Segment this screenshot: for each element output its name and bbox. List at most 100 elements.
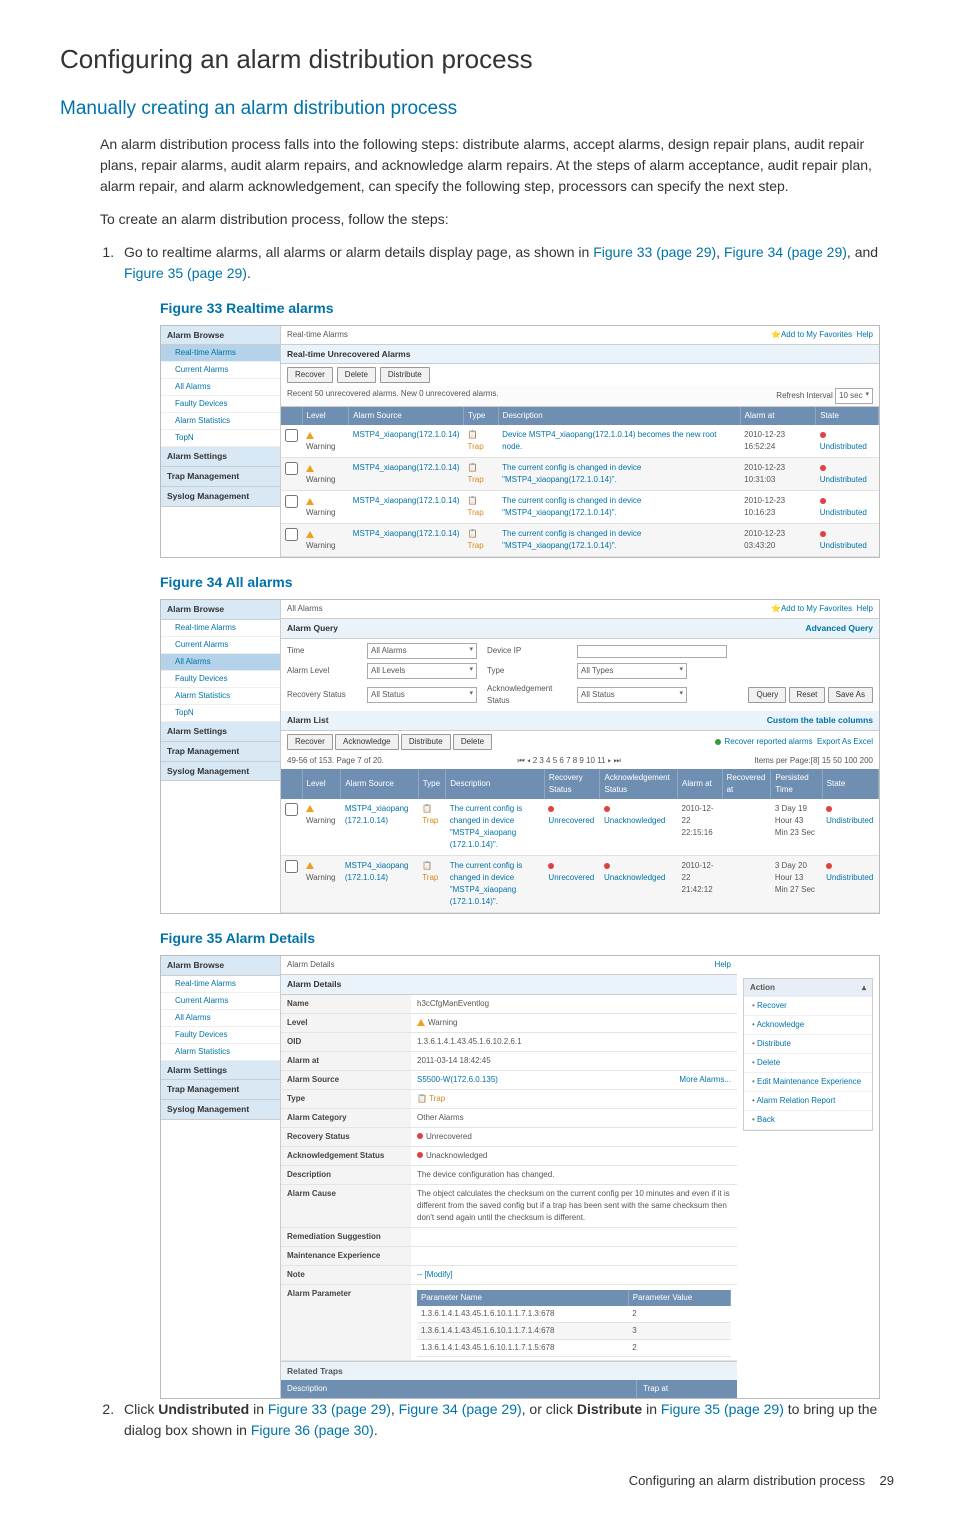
source-link[interactable]: MSTP4_xiaopang(172.1.0.14): [349, 524, 464, 557]
state-link[interactable]: Undistributed: [826, 816, 873, 825]
sidebar-heading-settings[interactable]: Alarm Settings: [161, 1061, 280, 1081]
device-ip-input[interactable]: [577, 645, 727, 658]
row-checkbox[interactable]: [285, 429, 298, 442]
paginator[interactable]: ⏮ ◂ 2 3 4 5 6 7 8 9 10 11 ▸ ⏭: [517, 755, 620, 767]
sidebar-heading-browse[interactable]: Alarm Browse: [161, 600, 280, 620]
state-link[interactable]: Undistributed: [826, 873, 873, 882]
sidebar-heading-settings[interactable]: Alarm Settings: [161, 447, 280, 467]
action-back[interactable]: Back: [744, 1111, 872, 1130]
type-select[interactable]: All Types: [577, 663, 687, 679]
delete-button[interactable]: Delete: [453, 734, 492, 750]
sidebar-item-all[interactable]: All Alarms: [161, 379, 280, 396]
sidebar-heading-syslog[interactable]: Syslog Management: [161, 487, 280, 507]
action-delete[interactable]: Delete: [744, 1054, 872, 1073]
source-link[interactable]: MSTP4_xiaopang(172.1.0.14): [349, 425, 464, 458]
link-figure-35[interactable]: Figure 35 (page 29): [124, 265, 247, 281]
sidebar-heading-settings[interactable]: Alarm Settings: [161, 722, 280, 742]
sidebar-heading-browse[interactable]: Alarm Browse: [161, 326, 280, 346]
query-button[interactable]: Query: [748, 687, 786, 703]
link-figure-34b[interactable]: Figure 34 (page 29): [399, 1401, 522, 1417]
sidebar-heading-trap[interactable]: Trap Management: [161, 742, 280, 762]
distribute-button[interactable]: Distribute: [401, 734, 451, 750]
sidebar-item-realtime[interactable]: Real-time Alarms: [161, 345, 280, 362]
desc-link[interactable]: The current config is changed in device …: [446, 855, 545, 912]
refresh-interval-select[interactable]: 10 sec: [835, 388, 873, 404]
state-link[interactable]: Undistributed: [820, 475, 867, 484]
sidebar-item-stats[interactable]: Alarm Statistics: [161, 688, 280, 705]
sidebar-item-realtime[interactable]: Real-time Alarms: [161, 620, 280, 637]
desc-link[interactable]: The current config is changed in device …: [498, 491, 740, 524]
desc-link[interactable]: The current config is changed in device …: [498, 524, 740, 557]
recover-button[interactable]: Recover: [287, 734, 333, 750]
recstatus-select[interactable]: All Status: [367, 687, 477, 703]
advanced-query-link[interactable]: Advanced Query: [805, 622, 873, 635]
state-link[interactable]: Undistributed: [820, 508, 867, 517]
sidebar-item-faulty[interactable]: Faulty Devices: [161, 671, 280, 688]
action-acknowledge[interactable]: Acknowledge: [744, 1016, 872, 1035]
sidebar-item-all[interactable]: All Alarms: [161, 1010, 280, 1027]
desc-link[interactable]: The current config is changed in device …: [446, 799, 545, 856]
distribute-button[interactable]: Distribute: [380, 367, 430, 383]
export-excel-link[interactable]: Export As Excel: [817, 737, 873, 746]
state-link[interactable]: Undistributed: [820, 442, 867, 451]
action-edit-maintenance-experience[interactable]: Edit Maintenance Experience: [744, 1073, 872, 1092]
source-link[interactable]: MSTP4_xiaopang(172.1.0.14): [349, 458, 464, 491]
state-link[interactable]: Undistributed: [820, 541, 867, 550]
step-1-text: Go to realtime alarms, all alarms or ala…: [124, 244, 593, 260]
source-link[interactable]: MSTP4_xiaopang (172.1.0.14): [341, 855, 418, 912]
desc-link[interactable]: Device MSTP4_xiaopang(172.1.0.14) become…: [498, 425, 740, 458]
sidebar-item-topn[interactable]: TopN: [161, 705, 280, 722]
add-favorites-link[interactable]: Add to My Favorites: [781, 330, 852, 339]
sidebar-item-faulty[interactable]: Faulty Devices: [161, 396, 280, 413]
sidebar-heading-trap[interactable]: Trap Management: [161, 467, 280, 487]
link-figure-33b[interactable]: Figure 33 (page 29): [268, 1401, 391, 1417]
sidebar-heading-trap[interactable]: Trap Management: [161, 1080, 280, 1100]
items-per-page[interactable]: Items per Page:[8] 15 50 100 200: [754, 755, 873, 767]
link-figure-36[interactable]: Figure 36 (page 30): [251, 1422, 374, 1438]
help-link[interactable]: Help: [857, 330, 873, 339]
saveas-button[interactable]: Save As: [828, 687, 873, 703]
sidebar-heading-syslog[interactable]: Syslog Management: [161, 1100, 280, 1120]
action-distribute[interactable]: Distribute: [744, 1035, 872, 1054]
time-select[interactable]: All Alarms: [367, 643, 477, 659]
row-checkbox[interactable]: [285, 803, 298, 816]
row-checkbox[interactable]: [285, 528, 298, 541]
sidebar-item-faulty[interactable]: Faulty Devices: [161, 1027, 280, 1044]
row-checkbox[interactable]: [285, 462, 298, 475]
source-link[interactable]: MSTP4_xiaopang(172.1.0.14): [349, 491, 464, 524]
row-checkbox[interactable]: [285, 860, 298, 873]
row-checkbox[interactable]: [285, 495, 298, 508]
detail-label: Remediation Suggestion: [281, 1228, 411, 1247]
sidebar-item-stats[interactable]: Alarm Statistics: [161, 1044, 280, 1061]
desc-link[interactable]: The current config is changed in device …: [498, 458, 740, 491]
link-figure-35b[interactable]: Figure 35 (page 29): [661, 1401, 784, 1417]
action-alarm-relation-report[interactable]: Alarm Relation Report: [744, 1092, 872, 1111]
sidebar-heading-syslog[interactable]: Syslog Management: [161, 762, 280, 782]
sidebar-item-topn[interactable]: TopN: [161, 430, 280, 447]
sidebar-item-current[interactable]: Current Alarms: [161, 993, 280, 1010]
recover-button[interactable]: Recover: [287, 367, 333, 383]
collapse-icon[interactable]: ▴: [862, 982, 866, 994]
link-figure-33[interactable]: Figure 33 (page 29): [593, 244, 716, 260]
sidebar-item-realtime[interactable]: Real-time Alarms: [161, 976, 280, 993]
delete-button[interactable]: Delete: [337, 367, 376, 383]
help-link[interactable]: Help: [715, 960, 731, 969]
source-link[interactable]: S5500-W(172.6.0.135): [417, 1075, 498, 1084]
acknowledge-button[interactable]: Acknowledge: [335, 734, 399, 750]
more-alarms-link[interactable]: More Alarms...: [679, 1074, 731, 1086]
link-figure-34[interactable]: Figure 34 (page 29): [724, 244, 847, 260]
sidebar-item-stats[interactable]: Alarm Statistics: [161, 413, 280, 430]
sidebar-item-current[interactable]: Current Alarms: [161, 637, 280, 654]
add-favorites-link[interactable]: Add to My Favorites: [781, 604, 852, 613]
source-link[interactable]: MSTP4_xiaopang (172.1.0.14): [341, 799, 418, 856]
sidebar-item-all[interactable]: All Alarms: [161, 654, 280, 671]
sidebar-heading-browse[interactable]: Alarm Browse: [161, 956, 280, 976]
help-link[interactable]: Help: [857, 604, 873, 613]
ackstatus-select[interactable]: All Status: [577, 687, 687, 703]
custom-cols-link[interactable]: Custom the table columns: [767, 714, 873, 727]
level-select[interactable]: All Levels: [367, 663, 477, 679]
recover-reported-link[interactable]: Recover reported alarms: [724, 737, 812, 746]
sidebar-item-current[interactable]: Current Alarms: [161, 362, 280, 379]
action-recover[interactable]: Recover: [744, 997, 872, 1016]
reset-button[interactable]: Reset: [789, 687, 826, 703]
